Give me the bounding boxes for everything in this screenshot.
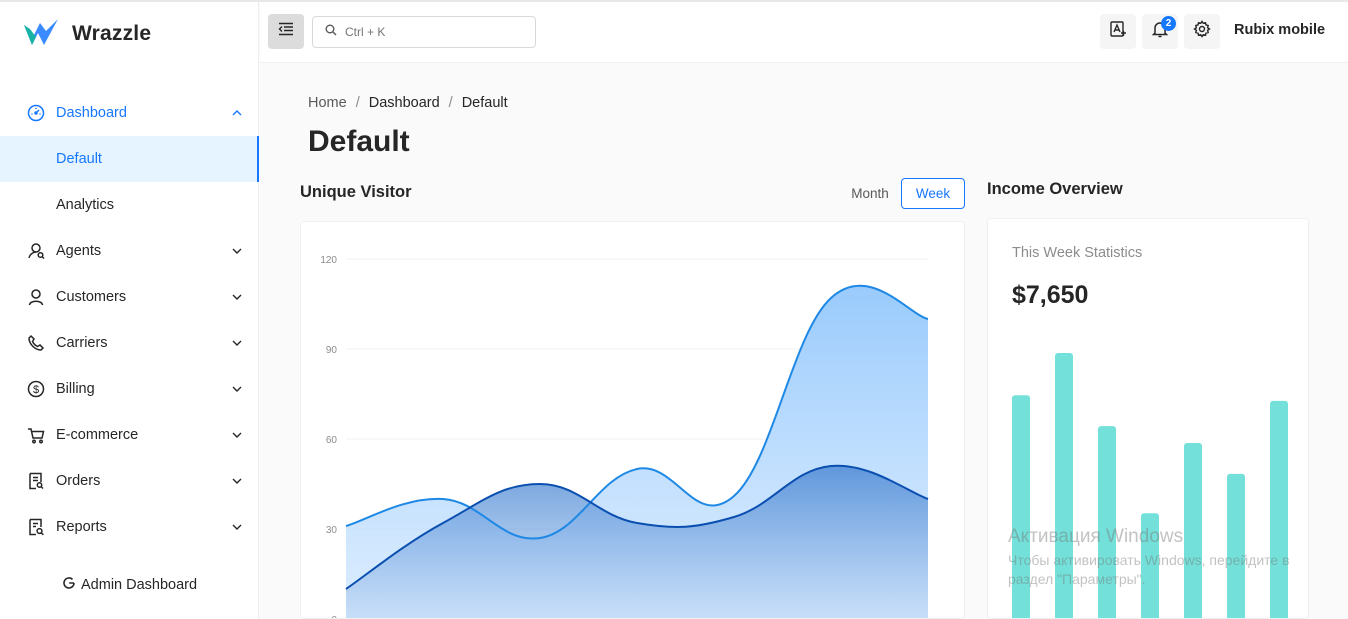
admin-dashboard-label: Admin Dashboard	[81, 577, 198, 593]
notification-badge: 2	[1161, 16, 1176, 31]
agents-icon	[27, 242, 45, 260]
breadcrumb-home[interactable]: Home	[308, 95, 347, 111]
reports-icon	[27, 518, 45, 536]
breadcrumb-separator: /	[448, 95, 453, 111]
brand[interactable]: Wrazzle	[22, 16, 151, 52]
breadcrumb: Home / Dashboard / Default	[308, 95, 508, 111]
y-tick-label: 30	[326, 525, 338, 536]
chevron-down-icon	[231, 245, 243, 257]
sidebar-item-label: Dashboard	[56, 105, 127, 121]
sidebar-item-analytics[interactable]: Analytics	[0, 182, 259, 228]
top-header: 2 Rubix mobile	[260, 2, 1348, 63]
user-name[interactable]: Rubix mobile	[1234, 22, 1325, 38]
y-tick-label: 60	[326, 435, 338, 446]
y-tick-label: 90	[326, 345, 338, 356]
dashboard-icon	[27, 104, 45, 122]
translate-icon	[1109, 20, 1127, 43]
breadcrumb-dashboard[interactable]: Dashboard	[369, 95, 440, 111]
sidebar-item-agents[interactable]: Agents	[0, 228, 259, 274]
sidebar-item-customers[interactable]: Customers	[0, 274, 259, 320]
phone-icon	[27, 334, 45, 352]
search-input[interactable]	[345, 25, 525, 39]
settings-button[interactable]	[1184, 14, 1220, 49]
chevron-down-icon	[231, 475, 243, 487]
svg-text:$: $	[33, 384, 39, 396]
income-overview-card: This Week Statistics $7,650	[987, 218, 1309, 619]
sidebar-item-label: Default	[56, 151, 102, 167]
income-bar	[1012, 395, 1030, 618]
sidebar-item-ecommerce[interactable]: E-commerce	[0, 412, 259, 458]
chevron-up-icon	[231, 107, 243, 119]
breadcrumb-current: Default	[461, 95, 508, 111]
income-bar	[1098, 426, 1116, 618]
sidebar-item-billing[interactable]: $ Billing	[0, 366, 259, 412]
y-tick-label: 120	[320, 255, 337, 266]
translate-button[interactable]	[1100, 14, 1136, 49]
notifications-button[interactable]: 2	[1142, 14, 1178, 49]
sidebar-item-orders[interactable]: Orders	[0, 458, 259, 504]
unique-visitor-chart-card: 0 30 60 90 120	[300, 221, 965, 619]
sidebar-item-label: Carriers	[56, 335, 108, 351]
google-icon	[62, 576, 76, 594]
sidebar-item-label: Analytics	[56, 197, 115, 213]
sidebar-item-label: Billing	[56, 381, 95, 397]
sidebar-item-label: Reports	[56, 519, 107, 535]
page-title: Default	[308, 125, 410, 158]
chevron-down-icon	[231, 521, 243, 533]
sidebar: Wrazzle Dashboard Default Analytics Agen…	[0, 2, 259, 619]
chevron-down-icon	[231, 291, 243, 303]
chevron-down-icon	[231, 383, 243, 395]
income-bar	[1184, 442, 1202, 618]
menu-fold-icon	[278, 22, 294, 41]
y-tick-label: 0	[331, 615, 337, 619]
sidebar-item-label: E-commerce	[56, 427, 139, 443]
unique-visitor-title: Unique Visitor	[300, 183, 412, 201]
income-bar-chart	[1012, 353, 1288, 618]
dollar-icon: $	[27, 380, 45, 398]
sidebar-item-label: Orders	[56, 473, 101, 489]
income-bar	[1141, 513, 1159, 618]
brand-name: Wrazzle	[72, 22, 152, 45]
sidebar-item-label: Agents	[56, 243, 102, 259]
unique-visitor-chart: 0 30 60 90 120	[320, 255, 929, 619]
income-bar	[1270, 400, 1288, 618]
income-bar	[1055, 353, 1073, 618]
sidebar-item-reports[interactable]: Reports	[0, 504, 259, 550]
sidebar-item-label: Customers	[56, 289, 127, 305]
search-icon	[325, 23, 337, 41]
sidebar-item-carriers[interactable]: Carriers	[0, 320, 259, 366]
orders-icon	[27, 472, 45, 490]
sidebar-item-dashboard[interactable]: Dashboard	[0, 90, 259, 136]
wrazzle-logo-icon	[22, 17, 60, 52]
admin-dashboard-link[interactable]: Admin Dashboard	[62, 576, 197, 594]
sidebar-item-default[interactable]: Default	[0, 136, 259, 182]
cart-icon	[27, 426, 45, 444]
chevron-down-icon	[231, 337, 243, 349]
income-bar	[1227, 473, 1245, 618]
chevron-down-icon	[231, 429, 243, 441]
user-icon	[27, 288, 45, 306]
menu-toggle-button[interactable]	[268, 14, 304, 49]
search-box[interactable]	[312, 16, 536, 48]
income-overview-title: Income Overview	[987, 180, 1123, 198]
month-toggle-button[interactable]: Month	[843, 178, 897, 208]
breadcrumb-separator: /	[355, 95, 360, 111]
week-toggle-button[interactable]: Week	[901, 178, 965, 209]
gear-icon	[1193, 20, 1211, 43]
